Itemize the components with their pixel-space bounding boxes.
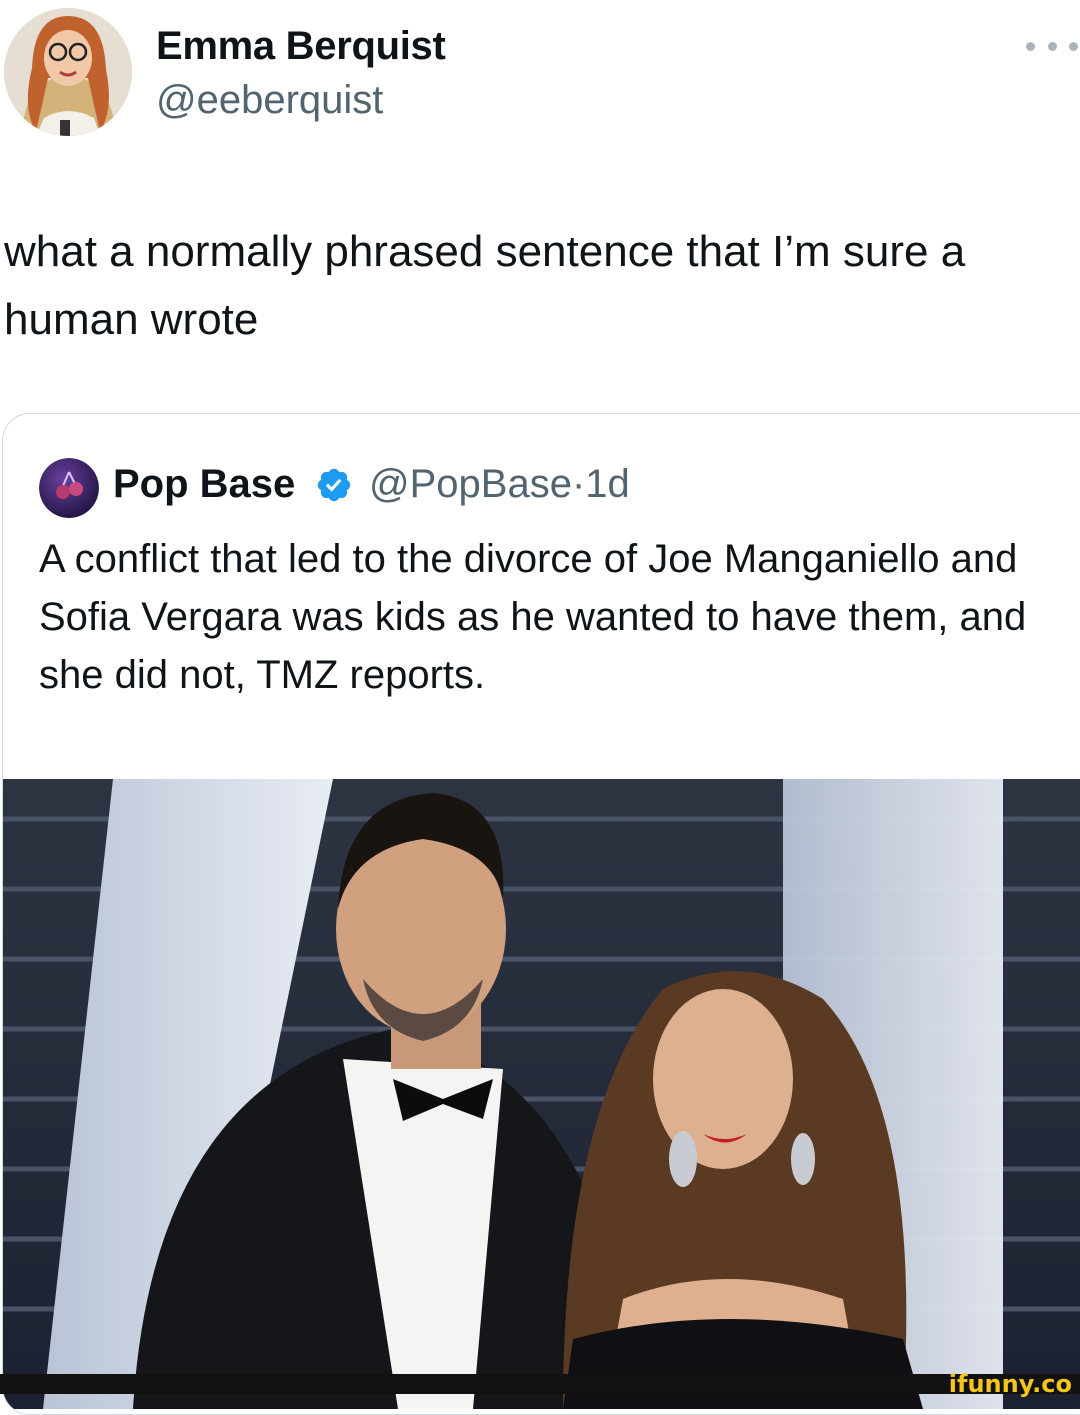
ellipsis-icon <box>1047 41 1057 51</box>
author-name[interactable]: Emma Berquist <box>156 24 446 69</box>
more-options-button[interactable] <box>1026 34 1078 58</box>
author-handle[interactable]: @eeberquist <box>156 78 383 123</box>
ellipsis-icon <box>1026 41 1035 51</box>
quoted-tweet-text: A conflict that led to the divorce of Jo… <box>39 537 1027 697</box>
profile-photo-icon <box>4 8 132 136</box>
quoted-photo[interactable] <box>3 779 1080 1409</box>
photo-image-icon <box>3 779 1080 1409</box>
pop-base-logo-icon <box>39 458 99 518</box>
tweet-header: Emma Berquist @eeberquist <box>0 0 1080 150</box>
quoted-timestamp[interactable]: 1d <box>585 462 630 506</box>
quoted-meta: @PopBase·1d <box>369 462 630 507</box>
meta-separator: · <box>571 462 586 506</box>
quoted-avatar[interactable] <box>39 458 99 518</box>
watermark-bar <box>0 1374 1080 1394</box>
verified-badge-icon <box>317 468 351 502</box>
quoted-tweet-card[interactable]: Pop Base @PopBase·1d A conflict that led… <box>2 413 1080 1415</box>
ellipsis-icon <box>1069 41 1078 51</box>
author-avatar[interactable] <box>4 8 132 136</box>
tweet-text: what a normally phrased sentence that I’… <box>4 227 966 344</box>
quoted-author-name[interactable]: Pop Base <box>113 462 295 507</box>
quoted-author-handle[interactable]: @PopBase <box>369 462 572 506</box>
